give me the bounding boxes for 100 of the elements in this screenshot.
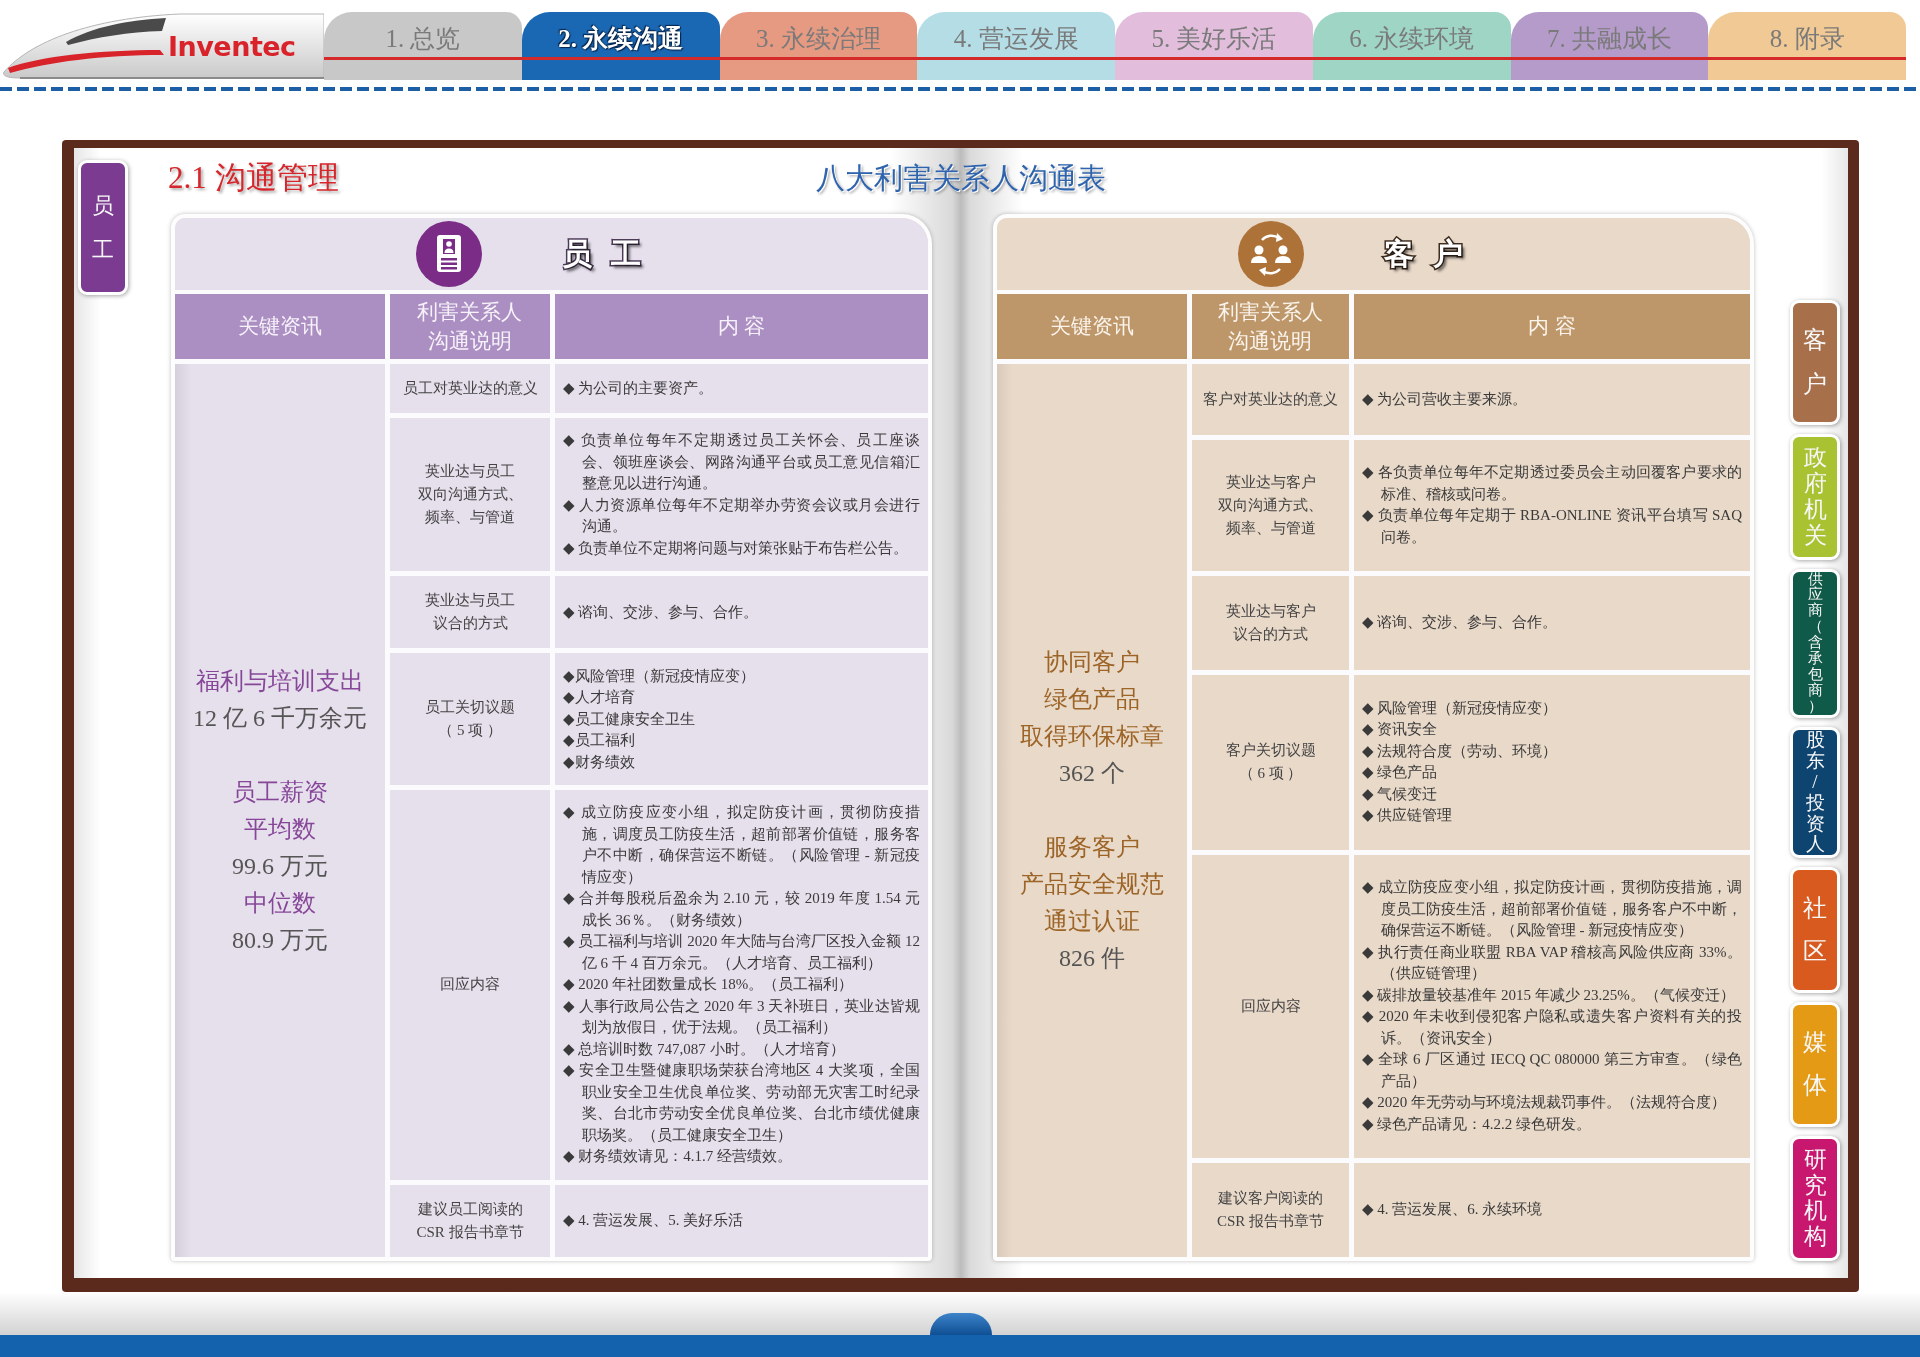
topic-text: 议合的方式 xyxy=(432,614,508,634)
nav-tab[interactable]: 3. 永续治理 xyxy=(719,12,918,80)
topic-text: 回应内容 xyxy=(1240,997,1301,1016)
nav-tab[interactable]: 5. 美好乐活 xyxy=(1115,12,1313,80)
column-header: 利害关系人沟通说明 xyxy=(1192,294,1349,359)
side-tab[interactable]: 媒体 xyxy=(1790,1001,1840,1127)
nav-tab[interactable]: 8. 附录 xyxy=(1708,12,1906,80)
list-item: ◆ 成立防疫应变小组，拟定防疫计画，贯彻防疫措施，调度员工防疫生活，超前部署价值链，服务客户不中断，确保营运不断链。（风险管理 - 新冠疫情应变） xyxy=(563,803,920,887)
list-item: ◆ 安全卫生暨健康职场荣获台湾地区 4 大奖项，全国职业安全卫生优良单位奖、劳动部无灾害工时纪录奖、台北市劳动安全优良单位奖、台北市绩优健康职场奖。（员工健康安全卫生） xyxy=(563,1061,920,1145)
key-figure-value: 80.9 万元 xyxy=(232,925,328,955)
list-item: ◆ 2020 年社团数量成长 18%。（员工福利） xyxy=(563,975,855,995)
list-item: ◆ 4. 营运发展、6. 永续环境 xyxy=(1362,1200,1544,1220)
side-tab[interactable]: 股东/投资人 xyxy=(1790,726,1840,859)
list-item: ◆ 绿色产品 xyxy=(1362,763,1439,783)
list-item: ◆ 为公司营收主要来源。 xyxy=(1362,389,1529,409)
key-figure-label: 取得环保标章 xyxy=(1020,722,1164,751)
id-badge-icon xyxy=(415,221,482,287)
list-item: ◆ 2020 年无劳动与环境法规裁罚事件。（法规符合度） xyxy=(1362,1093,1728,1113)
column-header: 关键资讯 xyxy=(175,294,385,359)
list-item: ◆员工健康安全卫生 xyxy=(563,709,696,729)
panel-title: 客 户 xyxy=(1383,235,1470,272)
topic-text: 频率、与管道 xyxy=(1225,519,1316,538)
nav-tab[interactable]: 7. 共融成长 xyxy=(1510,12,1709,80)
nav-tab[interactable]: 4. 营运发展 xyxy=(917,12,1115,80)
topic-text: 英业达与员工 xyxy=(425,462,515,482)
list-item: ◆ 执行责任商业联盟 RBA VAP 稽核高风险供应商 33%。（供应链管理） xyxy=(1362,943,1742,984)
column-header: 内 容 xyxy=(1354,294,1750,359)
nav-tab[interactable]: 1. 总览 xyxy=(324,12,522,80)
key-figure-label: 协同客户 xyxy=(1044,648,1140,677)
column-header: 利害关系人沟通说明 xyxy=(390,294,550,359)
nav-tab[interactable]: 6. 永续环境 xyxy=(1312,12,1511,80)
list-item: ◆ 绿色产品请见：4.2.2 绿色研发。 xyxy=(1362,1115,1593,1134)
key-figure-label: 绿色产品 xyxy=(1044,685,1140,714)
key-figure-label: 服务客户 xyxy=(1044,833,1140,862)
list-item: ◆ 全球 6 厂区通过 IECQ QC 080000 第三方审查。（绿色产品） xyxy=(1362,1050,1742,1091)
list-item: ◆ 各负责单位每年不定期透过委员会主动回覆客户要求的标准、稽核或问卷。 xyxy=(1362,463,1742,504)
list-item: ◆ 4. 营运发展、5. 美好乐活 xyxy=(563,1211,745,1231)
list-item: ◆ 谘询、交涉、参与、合作。 xyxy=(1362,613,1559,633)
key-figure-label: 福利与培训支出 xyxy=(196,666,364,696)
list-item: ◆ 碳排放量较基准年 2015 年减少 23.25%。（气候变迁） xyxy=(1362,986,1736,1005)
key-figure-value: 826 件 xyxy=(1059,944,1125,973)
two-people-arrows-icon xyxy=(1237,221,1304,287)
topic-text: 员工关切议题 xyxy=(425,698,515,718)
key-figure-label: 产品安全规范 xyxy=(1020,870,1164,899)
list-item: ◆财务绩效 xyxy=(563,752,636,772)
list-item: ◆ 风险管理（新冠疫情应变） xyxy=(1362,698,1559,718)
list-item: ◆ 总培训时数 747,087 小时。（人才培育） xyxy=(563,1039,846,1059)
side-tab[interactable]: 研究机构 xyxy=(1790,1135,1840,1262)
side-tab[interactable]: 供应商（含承包商） xyxy=(1790,568,1840,718)
list-item: ◆ 负责单位每年定期于 RBA-ONLINE 资讯平台填写 SAQ 问卷。 xyxy=(1362,506,1742,547)
list-item: ◆ 气候变迁 xyxy=(1362,784,1439,804)
column-header: 内 容 xyxy=(555,294,928,359)
section-title: 2.1 沟通管理 xyxy=(168,160,339,196)
topic-text: 客户对英业达的意义 xyxy=(1203,389,1338,409)
topic-text: 回应内容 xyxy=(440,975,500,995)
list-item: ◆ 人事行政局公告之 2020 年 3 天补班日，英业达皆规划为放假日，优于法规。（员工福利） xyxy=(563,996,920,1038)
topic-text: 双向沟通方式、 xyxy=(1218,496,1323,515)
topic-text: 建议客户阅读的 xyxy=(1218,1189,1323,1209)
key-figure-label: 平均数 xyxy=(244,814,316,844)
topic-text: 双向沟通方式、 xyxy=(417,485,523,505)
side-tab[interactable]: 政府机关 xyxy=(1790,434,1840,560)
list-item: ◆ 供应链管理 xyxy=(1362,806,1454,826)
key-figure-label: 中位数 xyxy=(244,888,316,918)
topic-text: 建议员工阅读的 xyxy=(417,1199,523,1219)
topic-text: 议合的方式 xyxy=(1233,625,1308,645)
topic-text: 英业达与员工 xyxy=(425,591,515,611)
list-item: ◆ 2020 年未收到侵犯客户隐私或遗失客户资料有关的投诉。（资讯安全） xyxy=(1362,1007,1742,1048)
topic-text: 英业达与客户 xyxy=(1225,602,1316,622)
key-figure-label: 通过认证 xyxy=(1044,907,1140,936)
side-tab[interactable]: 社区 xyxy=(1790,867,1840,993)
topic-text: 英业达与客户 xyxy=(1225,473,1316,492)
logo-text: Inventec xyxy=(168,30,296,62)
topic-text: （ 6 项 ） xyxy=(1238,764,1303,784)
table-title: 八大利害关系人沟通表 xyxy=(815,161,1106,196)
list-item: ◆员工福利 xyxy=(563,731,636,751)
nav-tab[interactable]: 2. 永续沟通 xyxy=(521,12,720,80)
topic-text: 员工对英业达的意义 xyxy=(402,379,538,399)
key-figure-label: 员工薪资 xyxy=(232,777,328,807)
side-tab[interactable]: 客户 xyxy=(1790,300,1840,426)
list-item: ◆ 资讯安全 xyxy=(1362,720,1439,740)
list-item: ◆ 负责单位不定期将问题与对策张贴于布告栏公告。 xyxy=(563,538,910,558)
topic-text: 频率、与管道 xyxy=(425,508,515,528)
list-item: ◆人才培育 xyxy=(563,688,636,708)
list-item: ◆ 谘询、交涉、参与、合作。 xyxy=(563,602,760,622)
list-item: ◆ 成立防疫应变小组，拟定防疫计画，贯彻防疫措施，调度员工防疫生活，超前部署价值链，服务客户不中断，确保营运不断链。（风险管理 - 新冠疫情应变） xyxy=(1362,878,1742,941)
side-tab[interactable]: 员工 xyxy=(78,160,128,295)
list-item: ◆ 为公司的主要资产。 xyxy=(563,378,715,398)
topic-text: （ 5 项 ） xyxy=(438,721,502,741)
topic-text: CSR 报告书章节 xyxy=(416,1222,524,1242)
list-item: ◆ 法规符合度（劳动、环境） xyxy=(1362,741,1559,761)
key-figure-value: 99.6 万元 xyxy=(232,851,328,881)
list-item: ◆ 员工福利与培训 2020 年大陆与台湾厂区投入金额 12 亿 6 千 4 百万余元。（人才培育、员工福利） xyxy=(563,932,920,973)
panel-title: 员 工 xyxy=(561,235,648,272)
key-figure-value: 362 个 xyxy=(1059,759,1125,788)
list-item: ◆ 合并每股税后盈余为 2.10 元，较 2019 年度 1.54 元成长 36％。（财务绩效） xyxy=(563,889,920,930)
list-item: ◆ 财务绩效请见：4.1.7 经营绩效。 xyxy=(563,1147,794,1167)
list-item: ◆ 负责单位每年不定期透过员工关怀会、员工座谈会、领班座谈会、网路沟通平台或员工意见信箱汇整意见以进行沟通。 xyxy=(563,431,920,494)
topic-text: 客户关切议题 xyxy=(1225,741,1316,761)
key-figure-value: 12 亿 6 千万余元 xyxy=(193,703,367,733)
list-item: ◆ 人力资源单位每年不定期举办劳资会议或月会进行沟通。 xyxy=(563,495,920,537)
